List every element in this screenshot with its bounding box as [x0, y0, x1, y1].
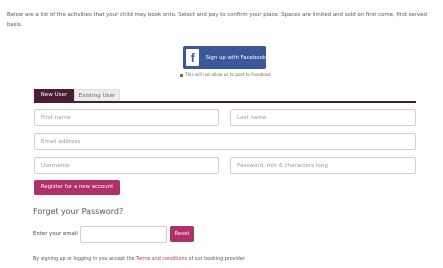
forgot-email-label: Enter your email: [33, 231, 78, 237]
terms-suffix: of our booking provider: [187, 257, 245, 262]
first-name-input[interactable]: [34, 109, 219, 126]
email-input[interactable]: [34, 133, 416, 150]
tab-underline: [34, 101, 416, 103]
forgot-password-heading: Forget your Password?: [33, 207, 124, 216]
facebook-note: This will not allow us to post to Facebo…: [178, 72, 273, 77]
last-name-input[interactable]: [230, 109, 416, 126]
terms-link[interactable]: Terms and conditions: [136, 257, 187, 262]
intro-text: Below are a list of the activities that …: [7, 12, 427, 28]
lock-icon: [180, 73, 184, 77]
terms-prefix: By signing up or logging in you accept t…: [33, 257, 137, 262]
reset-button[interactable]: Reset: [170, 226, 194, 242]
register-button[interactable]: Register for a new account: [34, 180, 120, 195]
username-input[interactable]: [34, 157, 219, 174]
terms-notice: By signing up or logging in you accept t…: [33, 257, 245, 262]
forgot-email-input[interactable]: [80, 226, 167, 243]
facebook-note-text: This will not allow us to post to Facebo…: [185, 72, 271, 77]
facebook-signup-button[interactable]: f Sign up with Facebook: [183, 46, 266, 69]
facebook-icon: f: [186, 49, 200, 66]
password-input[interactable]: [230, 157, 416, 174]
facebook-button-label: Sign up with Facebook: [205, 54, 266, 61]
